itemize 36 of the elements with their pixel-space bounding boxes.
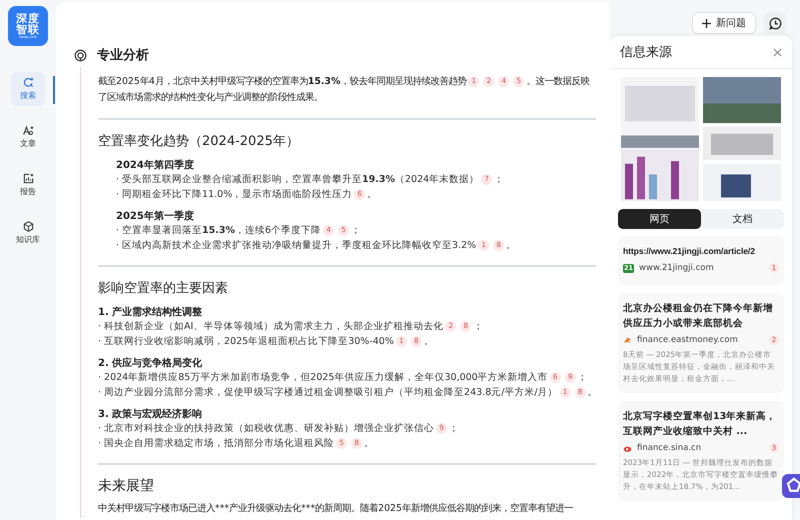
source-tab[interactable]: 文档	[701, 209, 784, 229]
source-title: 北京办公楼租金仍在下降今年新增供应压力小或带来底部机会	[623, 302, 774, 331]
plus-icon	[702, 18, 711, 28]
assistant-icon[interactable]	[782, 474, 800, 498]
site-domain: www.21jingji.com	[639, 263, 715, 273]
report-icon	[22, 173, 34, 184]
nav-item[interactable]: 文章	[11, 120, 45, 154]
site-domain: finance.sina.cn	[637, 443, 702, 453]
subheading: 1. 产业需求结构性调整	[98, 306, 204, 320]
subheading: 2. 供应与竞争格局变化	[98, 356, 204, 371]
site-domain: finance.eastmoney.com	[637, 335, 739, 345]
history-icon	[768, 16, 782, 30]
source-title: 北京写字楼空置率创13年来新高，互联网产业收缩致中关村 ...	[623, 410, 778, 439]
panel-title: 信息来源	[620, 44, 672, 61]
outlook-paragraph: 中关村甲级写字楼市场已进入***产业升级驱动去化***的新周期。随着2025年新增供应低谷期的到来，空置率有望进一	[98, 502, 574, 516]
font-icon	[22, 125, 34, 136]
history-button[interactable]	[764, 12, 786, 34]
site-logo-icon	[623, 336, 632, 344]
subheading: 3. 政策与宏观经济影响	[98, 407, 204, 422]
analysis-icon	[74, 48, 87, 62]
new-question-button[interactable]: 新问题	[692, 12, 756, 34]
search-icon	[22, 77, 34, 88]
section-heading: 空置率变化趋势（2024-2025年）	[98, 133, 300, 150]
subheading: 2024年第四季度	[116, 158, 195, 173]
cube-icon	[22, 221, 34, 232]
site-logo-icon	[623, 444, 632, 452]
section-title: 专业分析	[97, 47, 149, 64]
nav-item[interactable]: 知识库	[11, 216, 45, 250]
close-icon[interactable]	[773, 48, 782, 56]
nav-item[interactable]: 搜索	[11, 72, 45, 106]
source-tab[interactable]: 网页	[618, 209, 701, 229]
subheading: 2025年第一季度	[116, 209, 195, 224]
nav-item[interactable]: 报告	[11, 168, 45, 202]
section-heading: 影响空置率的主要因素	[98, 280, 229, 297]
source-title: https://www.21jingji.com/article/2	[623, 245, 756, 258]
section-heading: 未来展望	[98, 477, 155, 495]
